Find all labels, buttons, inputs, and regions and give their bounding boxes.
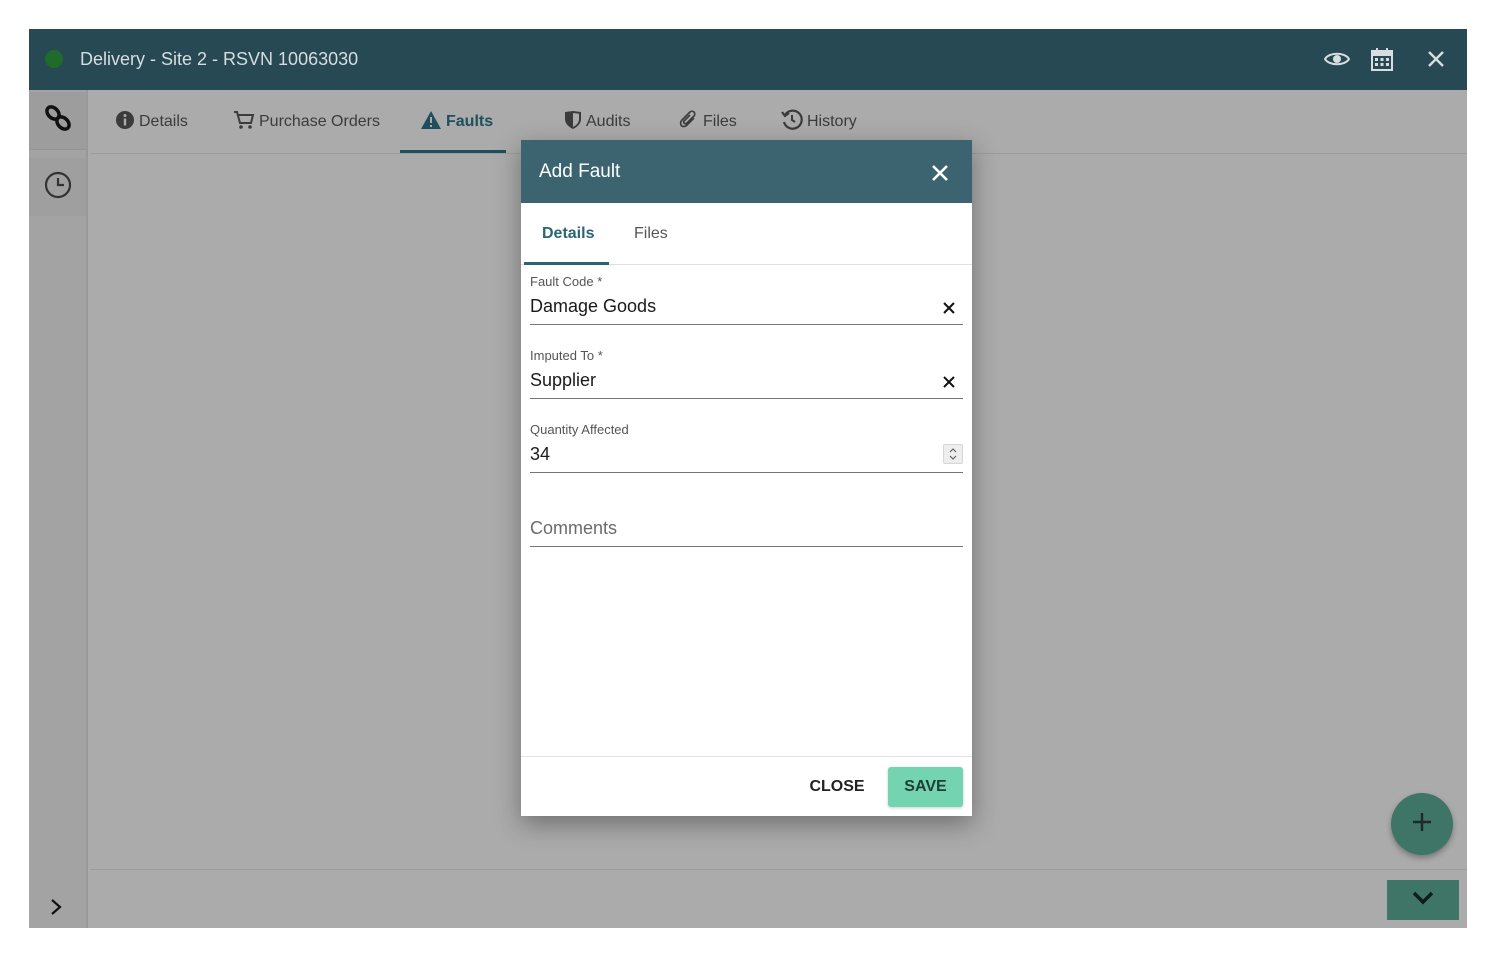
chevron-right-icon[interactable] (39, 890, 73, 924)
tab-label: Details (139, 113, 188, 130)
paperclip-icon (679, 109, 699, 135)
quantity-affected-value: 34 (530, 444, 551, 464)
dialog-tab-details[interactable]: Details (542, 203, 594, 265)
tab-label: Audits (586, 113, 631, 130)
chevron-down-icon (1411, 890, 1435, 911)
title-bar: Delivery - Site 2 - RSVN 10063030 (29, 29, 1467, 90)
divider (90, 869, 1467, 870)
save-button[interactable]: SAVE (888, 767, 963, 807)
shield-icon (564, 110, 582, 135)
sidebar-item-history[interactable] (29, 158, 86, 216)
dialog-tabs: Details Files (521, 203, 972, 265)
cart-icon (233, 110, 255, 135)
dialog-close-icon[interactable] (927, 160, 953, 186)
quantity-affected-label: Quantity Affected (530, 422, 629, 437)
fault-code-field[interactable]: Fault Code * Damage Goods (530, 270, 963, 325)
clock-icon (44, 171, 72, 204)
tab-label: Files (703, 113, 737, 130)
comments-placeholder: Comments (530, 518, 618, 538)
close-icon[interactable] (1422, 45, 1450, 73)
dialog-tab-files[interactable]: Files (634, 203, 668, 265)
quantity-affected-field[interactable]: Quantity Affected 34 (530, 418, 963, 473)
dialog-footer: CLOSE SAVE (521, 756, 972, 816)
eye-icon[interactable] (1323, 45, 1351, 73)
fault-code-value: Damage Goods (530, 296, 657, 316)
add-button[interactable] (1391, 793, 1453, 855)
status-indicator (45, 50, 63, 68)
collapse-button[interactable] (1387, 880, 1459, 920)
tab-details[interactable]: Details (115, 90, 188, 154)
add-fault-dialog: Add Fault Details Files Fault Code * Dam… (521, 140, 972, 816)
dialog-active-tab-indicator (524, 262, 609, 265)
imputed-to-field[interactable]: Imputed To * Supplier (530, 344, 963, 399)
fault-code-label: Fault Code * (530, 274, 603, 289)
sidebar-item-links[interactable] (29, 92, 86, 150)
clear-icon[interactable] (941, 300, 957, 316)
tab-label: Faults (446, 113, 494, 130)
history-icon (781, 109, 803, 136)
calendar-icon[interactable] (1368, 45, 1396, 73)
tab-label: Purchase Orders (259, 113, 380, 130)
warning-icon (420, 110, 442, 135)
sidebar (29, 90, 88, 928)
imputed-to-value: Supplier (530, 370, 597, 390)
window-title: Delivery - Site 2 - RSVN 10063030 (80, 49, 359, 69)
tab-label: History (807, 113, 857, 130)
info-icon (115, 110, 135, 135)
quantity-stepper[interactable] (943, 444, 963, 464)
dialog-header: Add Fault (521, 140, 972, 203)
link-icon (41, 101, 75, 140)
active-tab-indicator (400, 150, 506, 153)
tab-faults[interactable]: Faults (420, 90, 493, 154)
clear-icon[interactable] (941, 374, 957, 390)
plus-icon (1412, 812, 1432, 837)
comments-field[interactable]: Comments (530, 492, 963, 547)
close-button[interactable]: CLOSE (801, 767, 873, 807)
dialog-title: Add Fault (539, 161, 621, 182)
tab-purchase-orders[interactable]: Purchase Orders (233, 90, 380, 154)
imputed-to-label: Imputed To * (530, 348, 603, 363)
